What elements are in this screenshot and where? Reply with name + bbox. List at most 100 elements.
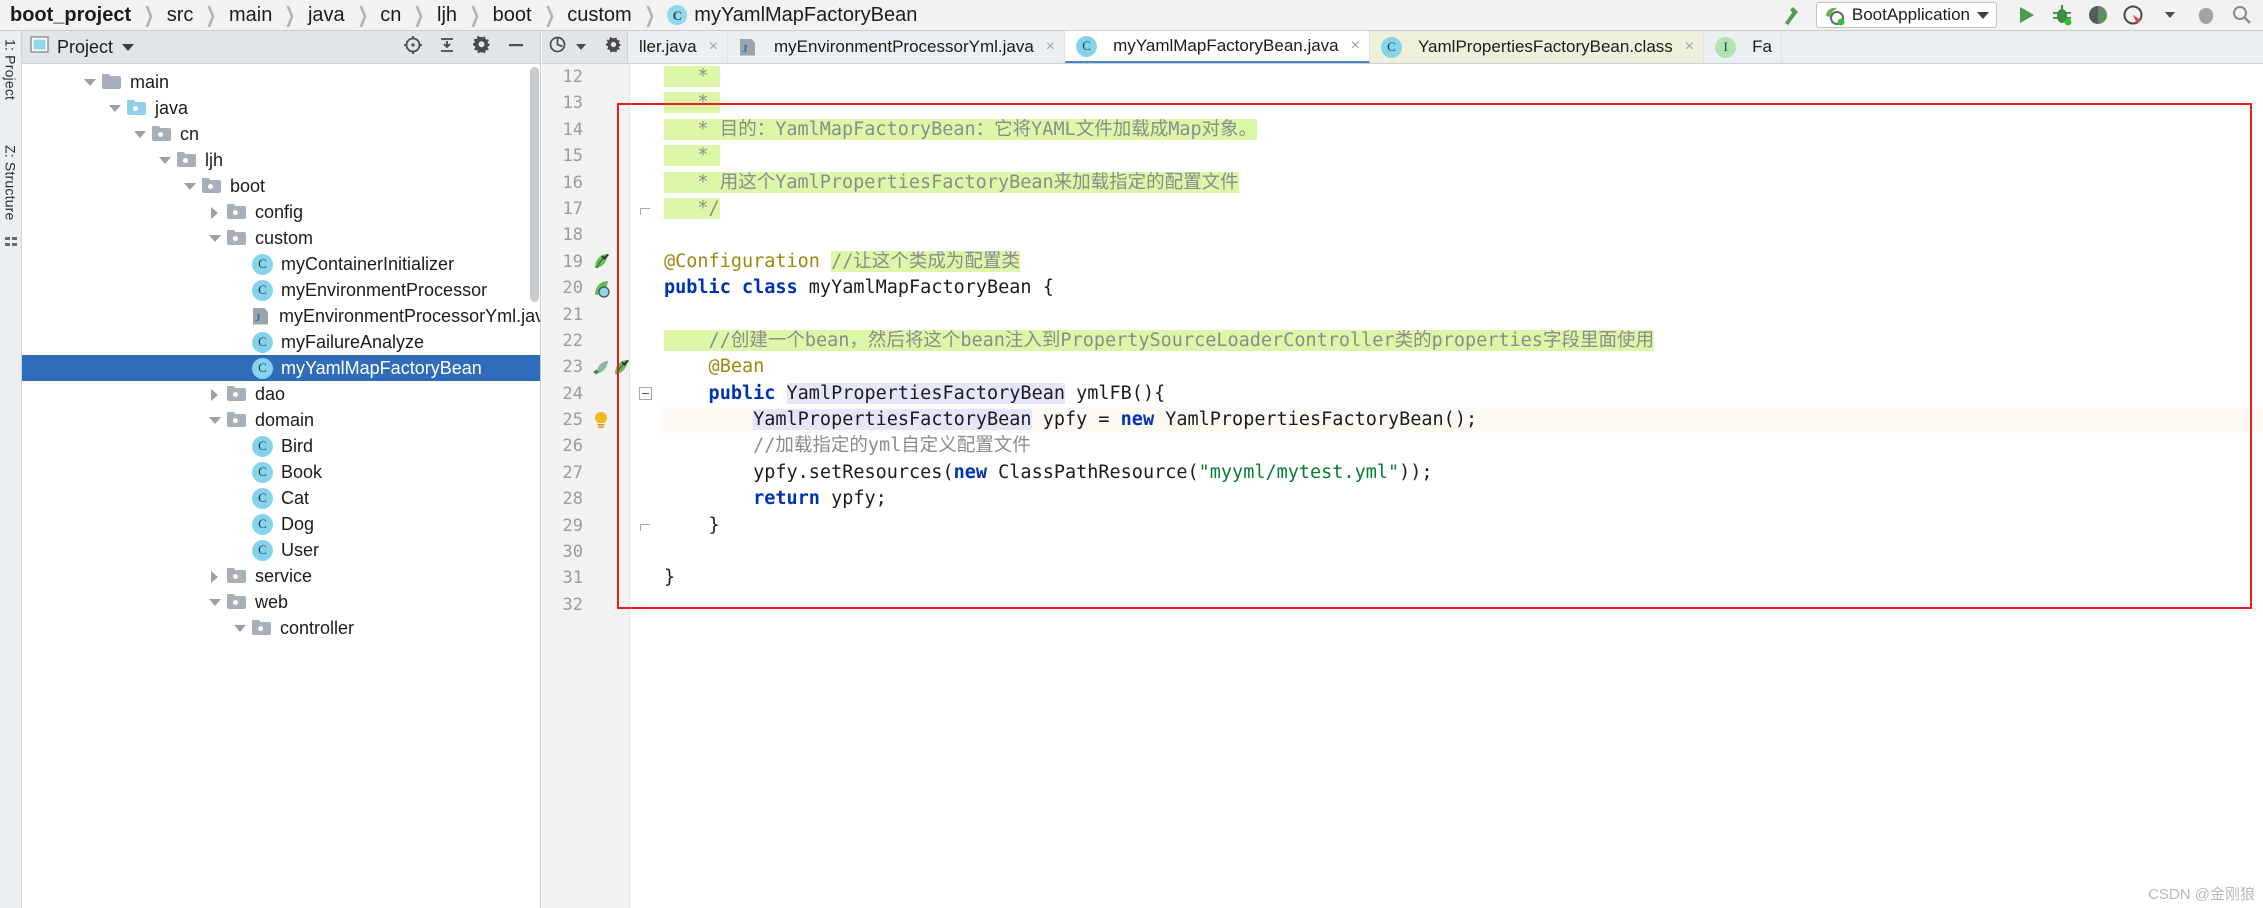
chevron-down-icon[interactable]: [1977, 11, 1989, 19]
close-icon[interactable]: ×: [1046, 38, 1055, 56]
code-line[interactable]: //创建一个bean，然后将这个bean注入到PropertySourceLoa…: [660, 328, 2263, 354]
favorites-icon[interactable]: [0, 221, 21, 249]
code-line[interactable]: public YamlPropertiesFactoryBean ymlFB()…: [660, 381, 2263, 407]
tree-item-controller[interactable]: controller: [22, 615, 540, 641]
locate-file-icon[interactable]: [403, 35, 423, 60]
build-hammer-icon[interactable]: [1774, 1, 1808, 30]
chevron-right-icon[interactable]: [207, 204, 223, 220]
code-line[interactable]: * 目的：YamlMapFactoryBean：它将YAML文件加载成Map对象…: [660, 117, 2263, 143]
code-line[interactable]: *: [660, 90, 2263, 116]
code-line[interactable]: *: [660, 143, 2263, 169]
chevron-down-icon[interactable]: [207, 412, 223, 428]
search-everywhere-icon[interactable]: [2225, 1, 2259, 30]
breadcrumb-item-ljh[interactable]: ljh: [437, 5, 457, 25]
chevron-down-icon[interactable]: [207, 230, 223, 246]
tool-window-project[interactable]: 1: Project: [0, 31, 21, 100]
code-line[interactable]: *: [660, 64, 2263, 90]
spring-bean-leaf-icon[interactable]: [612, 358, 630, 377]
spring-config-bean-icon[interactable]: [592, 279, 610, 298]
profiler-button[interactable]: [2117, 1, 2151, 30]
editor-gutter[interactable]: 12 13 14 15 16 17 18 19 20 21 22 23 24 25 26 27 28 29 30 31…: [542, 64, 630, 908]
tree-item-mycontainerinitializer[interactable]: CmyContainerInitializer: [22, 251, 540, 277]
tree-item-cn[interactable]: cn: [22, 121, 540, 147]
code-line[interactable]: }: [660, 565, 2263, 591]
chevron-right-icon[interactable]: [207, 386, 223, 402]
gutter-icons[interactable]: [590, 64, 630, 618]
previous-occurrence-icon[interactable]: [548, 35, 567, 59]
tree-item-bird[interactable]: C Bird: [22, 433, 540, 459]
chevron-down-icon[interactable]: [82, 74, 98, 90]
tree-item-main[interactable]: main: [22, 69, 540, 95]
collapse-region-icon[interactable]: [638, 387, 652, 401]
project-scope-chevron-icon[interactable]: [122, 43, 135, 51]
code-line[interactable]: @Bean: [660, 354, 2263, 380]
code-line[interactable]: [660, 539, 2263, 565]
tree-item-user[interactable]: C User: [22, 537, 540, 563]
code-line[interactable]: YamlPropertiesFactoryBean ypfy = new Yam…: [660, 407, 2263, 434]
editor-tab-yamlpropertiesfactorybean-class[interactable]: C YamlPropertiesFactoryBean.class ×: [1369, 31, 1705, 63]
tree-item-myenvironmentprocessor[interactable]: CmyEnvironmentProcessor: [22, 277, 540, 303]
fold-cell[interactable]: [630, 381, 660, 407]
code-text[interactable]: * * * 目的：YamlMapFactoryBean：它将YAML文件加载成M…: [660, 64, 2263, 908]
editor-tab-myyamlmapfactorybean-java[interactable]: CmyYamlMapFactoryBean.java ×: [1065, 31, 1370, 63]
fold-cell[interactable]: [630, 196, 660, 222]
code-line[interactable]: [660, 592, 2263, 618]
breadcrumb-item-main[interactable]: main: [229, 5, 272, 25]
breadcrumb-item-java[interactable]: java: [308, 5, 345, 25]
tree-item-service[interactable]: service: [22, 563, 540, 589]
settings-gear-icon[interactable]: [471, 34, 492, 60]
project-tree[interactable]: main java cn ljh boot config custom CmyContaine…: [22, 65, 540, 908]
editor-tab-fa[interactable]: I Fa: [1704, 31, 1782, 63]
chevron-down-icon[interactable]: [107, 100, 123, 116]
tree-item-dog[interactable]: C Dog: [22, 511, 540, 537]
code-line[interactable]: [660, 222, 2263, 248]
run-configuration-selector[interactable]: BootApplication: [1815, 2, 1997, 28]
code-line[interactable]: */: [660, 196, 2263, 222]
code-line[interactable]: * 用这个YamlPropertiesFactoryBean来加载指定的配置文件: [660, 170, 2263, 196]
chevron-down-icon[interactable]: [132, 126, 148, 142]
chevron-down-icon[interactable]: [207, 594, 223, 610]
project-tree-scrollbar[interactable]: [530, 67, 539, 302]
intention-bulb-icon[interactable]: [592, 411, 610, 430]
breadcrumb-item-boot-project[interactable]: boot_project: [10, 5, 131, 25]
code-line[interactable]: [660, 302, 2263, 328]
tree-item-book[interactable]: C Book: [22, 459, 540, 485]
debug-button[interactable]: [2045, 1, 2079, 30]
chevron-down-icon[interactable]: [157, 152, 173, 168]
tab-settings-icon[interactable]: [604, 35, 623, 59]
breadcrumb-item-cn[interactable]: cn: [380, 5, 401, 25]
chevron-down-icon[interactable]: [182, 178, 198, 194]
code-folding-column[interactable]: [630, 64, 660, 908]
collapse-all-icon[interactable]: [437, 35, 457, 60]
profiler-dropdown-icon[interactable]: [2153, 1, 2187, 30]
tree-item-boot[interactable]: boot: [22, 173, 540, 199]
tree-item-dao[interactable]: dao: [22, 381, 540, 407]
chevron-right-icon[interactable]: [207, 568, 223, 584]
tree-item-web[interactable]: web: [22, 589, 540, 615]
tree-item-myenvironmentprocessoryml-java[interactable]: myEnvironmentProcessorYml.java: [22, 303, 540, 329]
editor-tab-ller-java[interactable]: ller.java ×: [628, 31, 728, 63]
close-icon[interactable]: ×: [1351, 37, 1360, 55]
code-line[interactable]: }: [660, 513, 2263, 539]
chevron-down-icon[interactable]: [232, 620, 248, 636]
tree-item-custom[interactable]: custom: [22, 225, 540, 251]
code-line[interactable]: @Configuration //让这个类成为配置类: [660, 249, 2263, 275]
code-line[interactable]: return ypfy;: [660, 486, 2263, 512]
code-line[interactable]: public class myYamlMapFactoryBean {: [660, 275, 2263, 301]
bean-navigate-icon[interactable]: [592, 358, 610, 377]
close-icon[interactable]: ×: [1685, 38, 1694, 56]
hide-panel-icon[interactable]: [506, 35, 526, 60]
tree-item-myfailureanalyze[interactable]: CmyFailureAnalyze: [22, 329, 540, 355]
tree-item-cat[interactable]: C Cat: [22, 485, 540, 511]
code-editor[interactable]: 12 13 14 15 16 17 18 19 20 21 22 23 24 25 26 27 28 29 30 31…: [542, 64, 2263, 908]
tree-item-ljh[interactable]: ljh: [22, 147, 540, 173]
fold-region-end-icon[interactable]: [639, 203, 652, 216]
breadcrumb-item-src[interactable]: src: [167, 5, 194, 25]
close-icon[interactable]: ×: [709, 38, 718, 56]
spring-bean-leaf-icon[interactable]: [592, 252, 610, 271]
run-with-coverage-button[interactable]: [2081, 1, 2115, 30]
breadcrumb-item-myyamlmapfactorybean[interactable]: CmyYamlMapFactoryBean: [667, 5, 917, 25]
chevron-down-icon[interactable]: [576, 44, 586, 50]
tree-item-myyamlmapfactorybean[interactable]: CmyYamlMapFactoryBean: [22, 355, 540, 381]
breadcrumb-item-boot[interactable]: boot: [493, 5, 532, 25]
